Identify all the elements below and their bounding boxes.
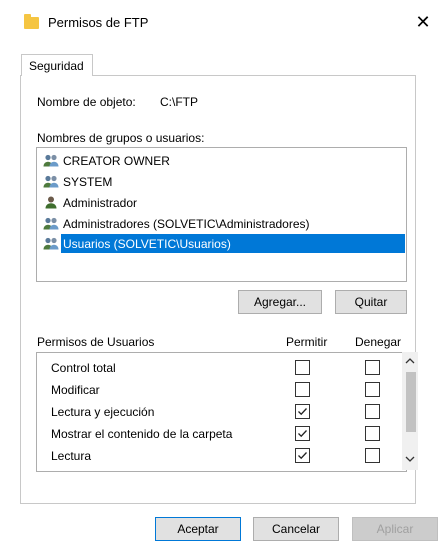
list-item-creator-owner[interactable]: CREATOR OWNER <box>41 151 405 170</box>
allow-checkbox[interactable] <box>295 404 310 419</box>
list-item-label: Usuarios (SOLVETIC\Usuarios) <box>63 237 231 251</box>
permission-label: Modificar <box>51 383 100 397</box>
list-item-label: SYSTEM <box>63 175 113 189</box>
users-icon <box>43 175 59 188</box>
allow-checkbox[interactable] <box>295 382 310 397</box>
users-icon <box>43 217 59 230</box>
permission-label: Mostrar el contenido de la carpeta <box>51 427 233 441</box>
deny-checkbox[interactable] <box>365 448 380 463</box>
permissions-title: Permisos de Usuarios <box>37 335 155 349</box>
ok-button[interactable]: Aceptar <box>155 517 241 541</box>
checkmark-icon <box>298 430 307 438</box>
allow-column-header: Permitir <box>286 335 328 349</box>
chevron-down-icon[interactable] <box>402 452 418 466</box>
scrollbar-thumb[interactable] <box>406 372 416 432</box>
deny-checkbox[interactable] <box>365 360 380 375</box>
list-item-label: Administradores (SOLVETIC\Administradore… <box>63 217 310 231</box>
close-button[interactable]: ✕ <box>410 10 436 36</box>
permissions-list: Control total Modificar Lectura y ejecuc… <box>36 352 407 472</box>
permission-label: Control total <box>51 361 116 375</box>
allow-checkbox[interactable] <box>295 448 310 463</box>
apply-button: Aplicar <box>352 517 438 541</box>
object-name-label: Nombre de objeto: <box>37 95 136 109</box>
tab-security-label: Seguridad <box>29 59 84 73</box>
groups-label: Nombres de grupos o usuarios: <box>37 131 205 145</box>
tab-security[interactable]: Seguridad <box>21 54 93 76</box>
remove-button[interactable]: Quitar <box>335 290 407 314</box>
list-item-usuarios[interactable]: Usuarios (SOLVETIC\Usuarios) <box>41 234 405 253</box>
users-icon <box>43 237 59 250</box>
deny-column-header: Denegar <box>355 335 402 349</box>
permission-row: Mostrar el contenido de la carpeta <box>37 423 406 445</box>
permission-row: Lectura <box>37 445 406 467</box>
chevron-up-icon[interactable] <box>402 354 418 368</box>
window-title: Permisos de FTP <box>48 15 149 30</box>
checkmark-icon <box>298 452 307 460</box>
folder-icon <box>24 14 39 29</box>
list-item-label: Administrador <box>63 196 138 210</box>
list-item-administrador[interactable]: Administrador <box>41 193 405 212</box>
deny-checkbox[interactable] <box>365 426 380 441</box>
add-button[interactable]: Agregar... <box>238 290 322 314</box>
permission-row: Modificar <box>37 379 406 401</box>
deny-checkbox[interactable] <box>365 404 380 419</box>
object-name-value: C:\FTP <box>160 95 198 109</box>
permission-label: Lectura y ejecución <box>51 405 155 419</box>
allow-checkbox[interactable] <box>295 360 310 375</box>
cancel-button[interactable]: Cancelar <box>253 517 339 541</box>
list-item-system[interactable]: SYSTEM <box>41 172 405 191</box>
permission-row: Lectura y ejecución <box>37 401 406 423</box>
user-icon <box>45 196 57 209</box>
allow-checkbox[interactable] <box>295 426 310 441</box>
list-item-administradores[interactable]: Administradores (SOLVETIC\Administradore… <box>41 214 405 233</box>
permission-row: Control total <box>37 357 406 379</box>
permissions-scrollbar[interactable] <box>402 352 418 470</box>
groups-list[interactable]: CREATOR OWNER SYSTEM Administrador Admin… <box>36 147 407 282</box>
checkmark-icon <box>298 408 307 416</box>
users-icon <box>43 154 59 167</box>
title-bar: Permisos de FTP ✕ <box>0 0 440 44</box>
deny-checkbox[interactable] <box>365 382 380 397</box>
permission-label: Lectura <box>51 449 92 463</box>
list-item-label: CREATOR OWNER <box>63 154 170 168</box>
